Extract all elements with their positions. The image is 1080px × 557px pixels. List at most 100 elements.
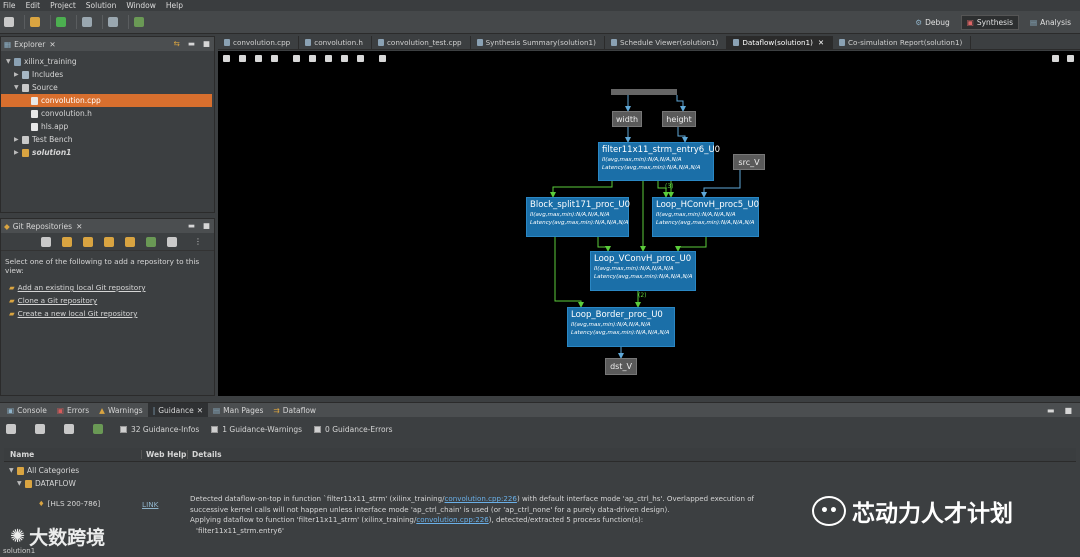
- close-icon[interactable]: ✕: [76, 222, 82, 231]
- close-icon[interactable]: ✕: [49, 40, 55, 49]
- source-link[interactable]: convolution.cpp:226: [445, 494, 517, 503]
- menu-edit[interactable]: Edit: [26, 1, 41, 10]
- tree-dataflow-category[interactable]: ▼ DATAFLOW: [4, 477, 1076, 490]
- git-panel: ◆ Git Repositories ✕ ▬ ■ ⋮ Select one of …: [0, 218, 215, 396]
- settings-icon[interactable]: [30, 17, 40, 27]
- process-node-vconv[interactable]: Loop_VConvH_proc_U0 II(avg,max,min):N/A,…: [590, 251, 696, 291]
- collapse-all-icon[interactable]: [35, 424, 45, 434]
- tree-file-convolution-h[interactable]: convolution.h: [1, 107, 214, 120]
- fetch-icon[interactable]: [146, 236, 156, 247]
- maximize-icon[interactable]: ■: [203, 39, 210, 48]
- warnings-checkbox[interactable]: [211, 425, 219, 433]
- column-web-help[interactable]: Web Help: [142, 450, 188, 459]
- add-repo-icon[interactable]: [62, 236, 72, 247]
- watermark-right: •• 芯动力人才计划: [812, 494, 1013, 528]
- tab-man-pages[interactable]: ▤ Man Pages: [208, 403, 268, 417]
- tab-convolution-h[interactable]: convolution.h: [299, 35, 372, 50]
- link-label[interactable]: Clone a Git repository: [18, 296, 98, 305]
- tab-cosim-report[interactable]: Co-simulation Report(solution1): [833, 35, 972, 50]
- dataflow-canvas[interactable]: (3) (2) width height src_V dst_V filter1…: [218, 51, 1080, 396]
- chevron-right-icon[interactable]: ▶: [14, 71, 22, 78]
- git-link-clone[interactable]: ▰ Clone a Git repository: [9, 294, 214, 307]
- build-icon[interactable]: [82, 17, 92, 27]
- git-link-add[interactable]: ▰ Add an existing local Git repository: [9, 281, 214, 294]
- link-icon[interactable]: [167, 236, 177, 247]
- process-node-entry[interactable]: filter11x11_strm_entry6_U0 II(avg,max,mi…: [598, 142, 720, 181]
- file-icon: [224, 39, 230, 46]
- console-icon: ▣: [7, 405, 15, 415]
- tree-file-hls-app[interactable]: hls.app: [1, 120, 214, 133]
- process-node-border[interactable]: Loop_Border_proc_U0 II(avg,max,min):N/A,…: [567, 307, 675, 347]
- tab-dataflow[interactable]: Dataflow(solution1) ✕: [727, 35, 833, 50]
- perspective-synthesis[interactable]: ▣ Synthesis: [960, 15, 1019, 30]
- tab-synthesis-summary[interactable]: Synthesis Summary(solution1): [471, 35, 605, 50]
- column-name[interactable]: Name: [4, 450, 142, 459]
- maximize-icon[interactable]: ■: [203, 221, 210, 230]
- port-dst-v[interactable]: dst_V: [605, 358, 637, 375]
- report-icon[interactable]: [108, 17, 118, 27]
- view-menu-icon[interactable]: ⋮: [194, 237, 202, 246]
- tree-includes[interactable]: ▶ Includes: [1, 68, 214, 81]
- link-label[interactable]: Add an existing local Git repository: [18, 283, 146, 292]
- port-height[interactable]: height: [662, 111, 696, 127]
- expand-all-icon[interactable]: [6, 424, 16, 434]
- tree-source[interactable]: ▼ Source: [1, 81, 214, 94]
- import-icon[interactable]: [125, 236, 135, 247]
- perspective-analysis[interactable]: ▤ Analysis: [1025, 16, 1076, 29]
- tab-console[interactable]: ▣ Console: [2, 403, 52, 417]
- tab-warnings[interactable]: ▲ Warnings: [94, 403, 148, 417]
- tree-test-bench[interactable]: ▶ Test Bench: [1, 133, 214, 146]
- tree-all-categories[interactable]: ▼ All Categories: [4, 464, 1076, 477]
- menu-solution[interactable]: Solution: [86, 1, 117, 10]
- chevron-down-icon[interactable]: ▼: [14, 84, 22, 91]
- port-src-v[interactable]: src_V: [733, 154, 765, 170]
- run-icon[interactable]: [56, 17, 66, 27]
- new-project-icon[interactable]: [4, 17, 14, 27]
- collapse-icon[interactable]: [41, 236, 51, 247]
- web-help-link[interactable]: LINK: [142, 500, 158, 509]
- tab-convolution-test[interactable]: convolution_test.cpp: [372, 35, 471, 50]
- process-node-hconv[interactable]: Loop_HConvH_proc5_U0 II(avg,max,min):N/A…: [652, 197, 759, 237]
- tab-schedule-viewer[interactable]: Schedule Viewer(solution1): [605, 35, 728, 50]
- tab-convolution-cpp[interactable]: convolution.cpp: [218, 35, 300, 50]
- refresh-icon[interactable]: [134, 17, 144, 27]
- close-icon[interactable]: ✕: [197, 406, 203, 415]
- infos-checkbox[interactable]: [120, 425, 127, 433]
- minimize-icon[interactable]: ▬: [188, 39, 195, 48]
- clone-repo-icon[interactable]: [83, 236, 93, 247]
- menu-project[interactable]: Project: [50, 1, 76, 10]
- file-icon: [377, 39, 384, 46]
- process-node-block-split[interactable]: Block_split171_proc_U0 II(avg,max,min):N…: [526, 197, 630, 237]
- tab-guidance[interactable]: | Guidance ✕: [147, 403, 209, 417]
- tab-errors[interactable]: ▣ Errors: [52, 403, 94, 417]
- tree-file-convolution-cpp[interactable]: convolution.cpp: [1, 94, 212, 107]
- chevron-down-icon[interactable]: ▼: [9, 467, 17, 474]
- chevron-right-icon[interactable]: ▶: [14, 136, 22, 143]
- maximize-icon[interactable]: ■: [1064, 406, 1072, 415]
- sort-icon[interactable]: [93, 424, 103, 434]
- file-label: convolution.h: [41, 109, 92, 118]
- tree-solution[interactable]: ▶ solution1: [1, 146, 214, 159]
- chevron-down-icon[interactable]: ▼: [17, 480, 25, 487]
- menu-window[interactable]: Window: [126, 1, 156, 10]
- create-repo-icon[interactable]: [104, 236, 114, 247]
- tree-project[interactable]: ▼ xilinx_training: [1, 55, 214, 68]
- toolbar-separator: [128, 15, 129, 29]
- tab-dataflow-bottom[interactable]: ⇉ Dataflow: [268, 403, 321, 417]
- minimize-icon[interactable]: ▬: [1047, 406, 1055, 415]
- menu-file[interactable]: File: [3, 1, 16, 10]
- git-link-create[interactable]: ▰ Create a new local Git repository: [9, 307, 214, 320]
- perspective-debug[interactable]: ⚙ Debug: [910, 16, 954, 29]
- menu-help[interactable]: Help: [166, 1, 183, 10]
- source-link[interactable]: convolution.cpp:226: [416, 515, 488, 524]
- link-label[interactable]: Create a new local Git repository: [18, 309, 138, 318]
- chevron-right-icon[interactable]: ▶: [14, 149, 22, 156]
- filter-icon[interactable]: [64, 424, 74, 434]
- port-width[interactable]: width: [612, 111, 642, 127]
- sync-icon[interactable]: ⇆: [174, 39, 180, 48]
- minimize-icon[interactable]: ▬: [188, 221, 195, 230]
- column-details[interactable]: Details: [188, 450, 222, 459]
- chevron-down-icon[interactable]: ▼: [6, 58, 14, 65]
- close-icon[interactable]: ✕: [818, 38, 824, 47]
- errors-checkbox[interactable]: [314, 425, 322, 433]
